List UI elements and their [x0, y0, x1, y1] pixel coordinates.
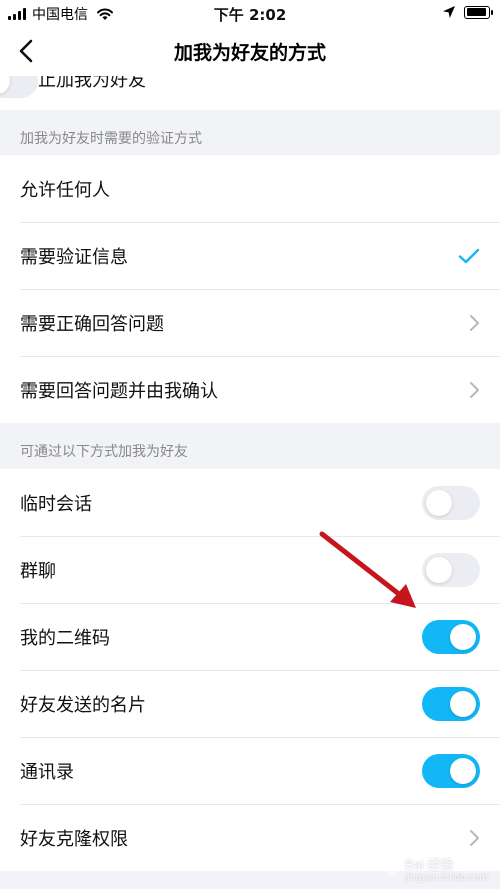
option-label: 需要正确回答问题 — [20, 313, 164, 335]
nav-bar: 加我为好友的方式 — [0, 26, 500, 76]
chevron-right-icon — [470, 829, 479, 846]
option-require-verification[interactable]: 需要验证信息 — [0, 222, 500, 289]
method-label: 临时会话 — [20, 493, 92, 515]
method-label: 我的二维码 — [20, 627, 110, 649]
status-right — [442, 5, 493, 19]
watermark-text: Bai 经验 — [404, 857, 454, 872]
method-label: 好友发送的名片 — [20, 694, 146, 716]
temp-chat-toggle[interactable] — [422, 485, 480, 520]
paw-logo-icon — [384, 859, 400, 877]
status-bar: 中国电信 下午 2:02 — [0, 0, 500, 26]
chevron-right-icon — [470, 381, 479, 398]
chevron-right-icon — [470, 314, 479, 331]
option-allow-anyone[interactable]: 允许任何人 — [0, 155, 500, 222]
battery-icon — [464, 5, 493, 19]
method-label: 通讯录 — [20, 761, 74, 783]
method-label: 好友克隆权限 — [20, 828, 128, 850]
method-contacts[interactable]: 通讯录 — [0, 737, 500, 804]
method-label: 群聊 — [20, 560, 56, 582]
option-label: 允许任何人 — [20, 179, 110, 201]
option-label: 需要验证信息 — [20, 246, 128, 268]
shared-card-toggle[interactable] — [422, 686, 480, 721]
method-temp-chat[interactable]: 临时会话 — [0, 469, 500, 536]
method-qr-code[interactable]: 我的二维码 — [0, 603, 500, 670]
block-friend-requests-label: 禁止加我为好友 — [20, 76, 146, 91]
verification-list: 允许任何人 需要验证信息 需要正确回答问题 需要回答问题并由我确认 — [0, 155, 500, 423]
method-shared-card[interactable]: 好友发送的名片 — [0, 670, 500, 737]
option-answer-and-confirm[interactable]: 需要回答问题并由我确认 — [0, 356, 500, 423]
block-friend-requests-row[interactable]: 禁止加我为好友 — [0, 76, 500, 110]
block-friend-requests-toggle[interactable] — [0, 76, 38, 98]
location-arrow-icon — [443, 6, 455, 18]
contacts-toggle[interactable] — [422, 753, 480, 788]
methods-list: 临时会话 群聊 我的二维码 好友发送的名片 通讯录 好友克隆权限 — [0, 469, 500, 871]
baidu-watermark: Bai 经验 jingyan.baidu.com — [381, 854, 488, 883]
group-chat-toggle[interactable] — [422, 552, 480, 587]
page-title: 加我为好友的方式 — [173, 42, 326, 64]
option-answer-question[interactable]: 需要正确回答问题 — [0, 289, 500, 356]
checkmark-icon — [458, 248, 480, 263]
method-group-chat[interactable]: 群聊 — [0, 536, 500, 603]
option-label: 需要回答问题并由我确认 — [20, 380, 218, 402]
watermark-subtext: jingyan.baidu.com — [404, 873, 488, 883]
battery-level — [466, 8, 487, 16]
qr-code-toggle[interactable] — [422, 619, 480, 654]
status-time: 下午 2:02 — [213, 6, 287, 24]
